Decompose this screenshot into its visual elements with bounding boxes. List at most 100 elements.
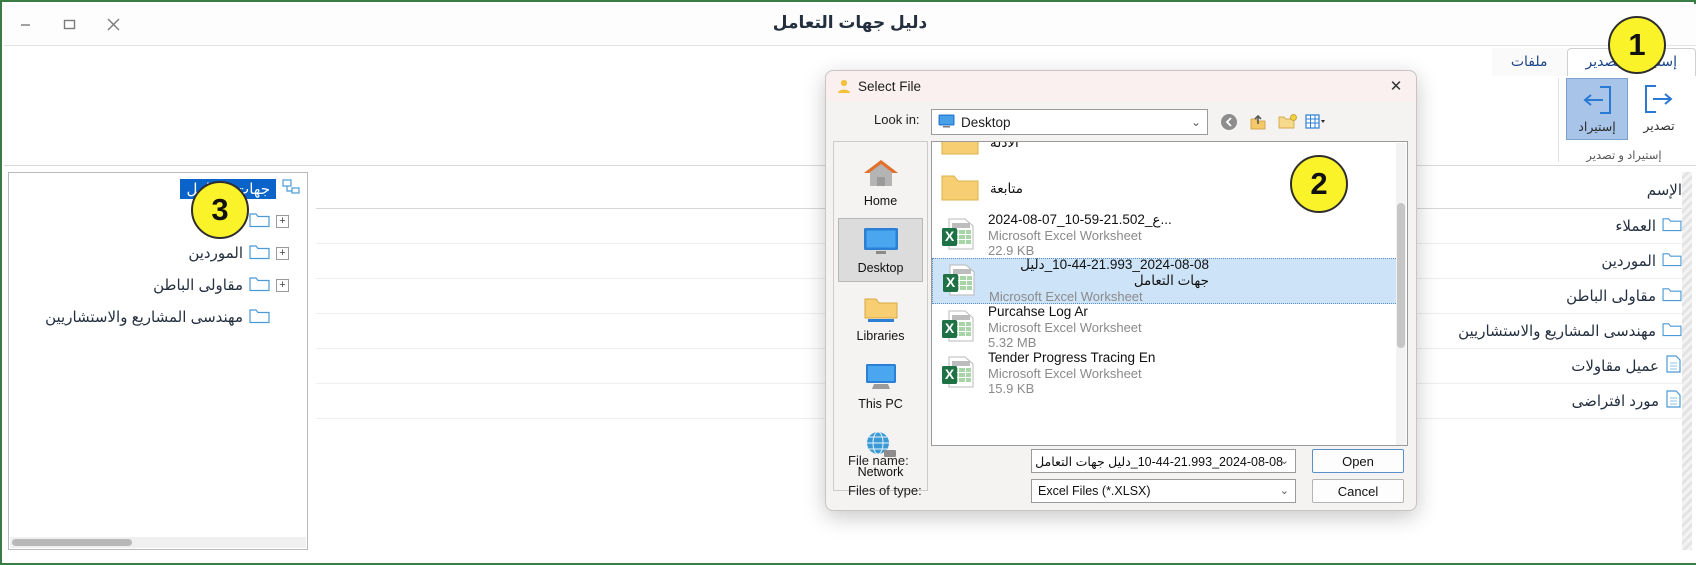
file-name-input[interactable]: 2024-08-08_10-44-21.993_دليل جهات التعام… xyxy=(1031,449,1296,473)
file-list-scrollbar[interactable] xyxy=(1396,143,1406,445)
folder-icon xyxy=(1662,251,1682,271)
title-bar: دليل جهات التعامل xyxy=(4,4,1696,46)
export-button-label: تصدير xyxy=(1643,119,1675,133)
import-button[interactable]: إستيراد xyxy=(1566,78,1628,140)
tree-root-icon xyxy=(282,178,301,200)
excel-icon: X xyxy=(941,263,979,300)
tree-item-root[interactable]: جهات التعامل xyxy=(9,173,307,205)
desktop-icon xyxy=(862,226,900,259)
file-type: Microsoft Excel Worksheet xyxy=(988,319,1142,335)
file-name: متابعة xyxy=(990,181,1023,197)
callout-badge-1: 1 xyxy=(1608,16,1666,74)
expander-icon xyxy=(276,311,289,324)
look-in-combobox[interactable]: Desktop ⌄ xyxy=(931,109,1208,135)
file-size: 15.9 KB xyxy=(988,380,1035,396)
import-arrow-icon xyxy=(1581,83,1613,117)
place-label: Home xyxy=(863,193,898,208)
file-name: الأدلة xyxy=(990,141,1019,151)
tree-item-suppliers[interactable]: + الموردين xyxy=(9,237,307,269)
ribbon-group-import-export: تصدير إستيراد إستيراد و تصدير xyxy=(1558,78,1690,162)
list-item[interactable]: X Purcahse Log Ar Microsoft Excel Worksh… xyxy=(932,304,1398,350)
files-of-type-label: Files of type: xyxy=(848,483,922,498)
back-icon[interactable] xyxy=(1218,111,1240,133)
place-label: This PC xyxy=(858,396,903,411)
look-in-label: Look in: xyxy=(874,112,920,127)
expander-icon[interactable]: + xyxy=(276,214,289,228)
place-this-pc[interactable]: This PC xyxy=(838,354,923,418)
dialog-title: Select File xyxy=(858,78,922,94)
file-size: 22.9 KB xyxy=(988,242,1035,258)
folder-icon xyxy=(1662,286,1682,306)
expander-icon[interactable]: + xyxy=(276,246,289,260)
excel-icon: X xyxy=(940,217,978,254)
user-icon xyxy=(836,78,852,94)
cell-name-text: مورد افتراضى xyxy=(1571,393,1659,410)
cell-name-text: مهندسى المشاريع والاستشاريين xyxy=(1458,323,1656,340)
excel-icon: X xyxy=(940,355,978,392)
folder-icon xyxy=(1662,321,1682,341)
dialog-title-bar: Select File ✕ xyxy=(826,71,1416,101)
places-bar: Home Desktop Libraries This PC Network xyxy=(833,141,928,491)
new-folder-icon[interactable] xyxy=(1276,111,1298,133)
file-name: Tender Progress Tracing En xyxy=(988,349,1156,365)
folder-icon xyxy=(249,275,270,295)
cell-name-text: الموردين xyxy=(1601,253,1656,270)
document-icon xyxy=(1665,390,1682,412)
svg-text:X: X xyxy=(945,366,955,382)
export-arrow-icon xyxy=(1643,82,1675,116)
list-item-selected[interactable]: X 2024-08-08_10-44-21.993_دليل جهات التع… xyxy=(932,257,1398,304)
cancel-button[interactable]: Cancel xyxy=(1312,479,1404,503)
scrollbar-thumb[interactable] xyxy=(12,539,132,546)
file-type: Microsoft Excel Worksheet xyxy=(988,365,1142,381)
excel-icon: X xyxy=(940,309,978,346)
place-desktop[interactable]: Desktop xyxy=(838,218,923,282)
place-label: Desktop xyxy=(857,260,904,275)
list-item[interactable]: X Tender Progress Tracing En Microsoft E… xyxy=(932,350,1398,396)
list-item[interactable]: X 2024-08-07_10-59-21.502_ع... Microsoft… xyxy=(932,212,1398,258)
tree-horizontal-scrollbar[interactable] xyxy=(10,537,306,548)
chevron-down-icon[interactable]: ⌄ xyxy=(1280,454,1289,467)
tree-item-customers[interactable]: + العملاء xyxy=(9,205,307,237)
view-menu-icon[interactable] xyxy=(1305,111,1327,133)
file-name-label: File name: xyxy=(848,453,909,468)
folder-icon xyxy=(249,243,270,263)
files-of-type-select[interactable]: Excel Files (*.XLSX) ⌄ xyxy=(1031,479,1296,503)
application-window: دليل جهات التعامل إستيراد و تصدير ملفات xyxy=(0,0,1696,565)
tab-files[interactable]: ملفات xyxy=(1491,48,1567,76)
folder-icon xyxy=(249,211,270,231)
chevron-down-icon[interactable]: ⌄ xyxy=(1280,484,1289,497)
document-icon xyxy=(1665,355,1682,377)
folder-icon xyxy=(940,172,980,207)
ribbon-group-title: إستيراد و تصدير xyxy=(1586,150,1662,162)
libraries-icon xyxy=(862,294,900,327)
folder-icon xyxy=(940,142,980,161)
tree-item-subcontractors[interactable]: + مقاولى الباطن xyxy=(9,269,307,301)
place-home[interactable]: Home xyxy=(838,150,923,214)
tree-item-engineers[interactable]: مهندسى المشاريع والاستشاريين xyxy=(9,301,307,333)
open-button[interactable]: Open xyxy=(1312,449,1404,473)
file-name: 2024-08-07_10-59-21.502_ع... xyxy=(988,211,1172,227)
look-in-row: Look in: Desktop ⌄ xyxy=(826,109,1416,137)
file-name: Purcahse Log Ar xyxy=(988,303,1088,319)
chevron-down-icon[interactable]: ⌄ xyxy=(1191,115,1201,129)
up-one-level-icon[interactable] xyxy=(1247,111,1269,133)
close-icon[interactable]: ✕ xyxy=(1384,75,1408,97)
folder-icon xyxy=(249,307,270,327)
place-label: Libraries xyxy=(856,328,905,343)
scrollbar-thumb[interactable] xyxy=(1397,203,1405,348)
entity-tree-panel[interactable]: جهات التعامل + العملاء + الموردين + xyxy=(8,172,308,550)
callout-badge-3: 3 xyxy=(191,181,249,239)
this-pc-icon xyxy=(862,362,900,395)
folder-icon xyxy=(1662,216,1682,236)
desktop-icon xyxy=(938,114,955,131)
tree-item-label: مقاولى الباطن xyxy=(153,277,243,294)
look-in-value: Desktop xyxy=(961,114,1011,130)
place-libraries[interactable]: Libraries xyxy=(838,286,923,350)
callout-badge-2: 2 xyxy=(1290,155,1348,213)
export-button[interactable]: تصدير xyxy=(1628,78,1690,140)
select-file-dialog: Select File ✕ Look in: Desktop ⌄ Home De… xyxy=(825,70,1417,511)
page-title: دليل جهات التعامل xyxy=(772,13,928,32)
cell-name-text: عميل مقاولات xyxy=(1571,358,1659,375)
svg-text:X: X xyxy=(945,320,955,336)
expander-icon[interactable]: + xyxy=(276,278,289,292)
